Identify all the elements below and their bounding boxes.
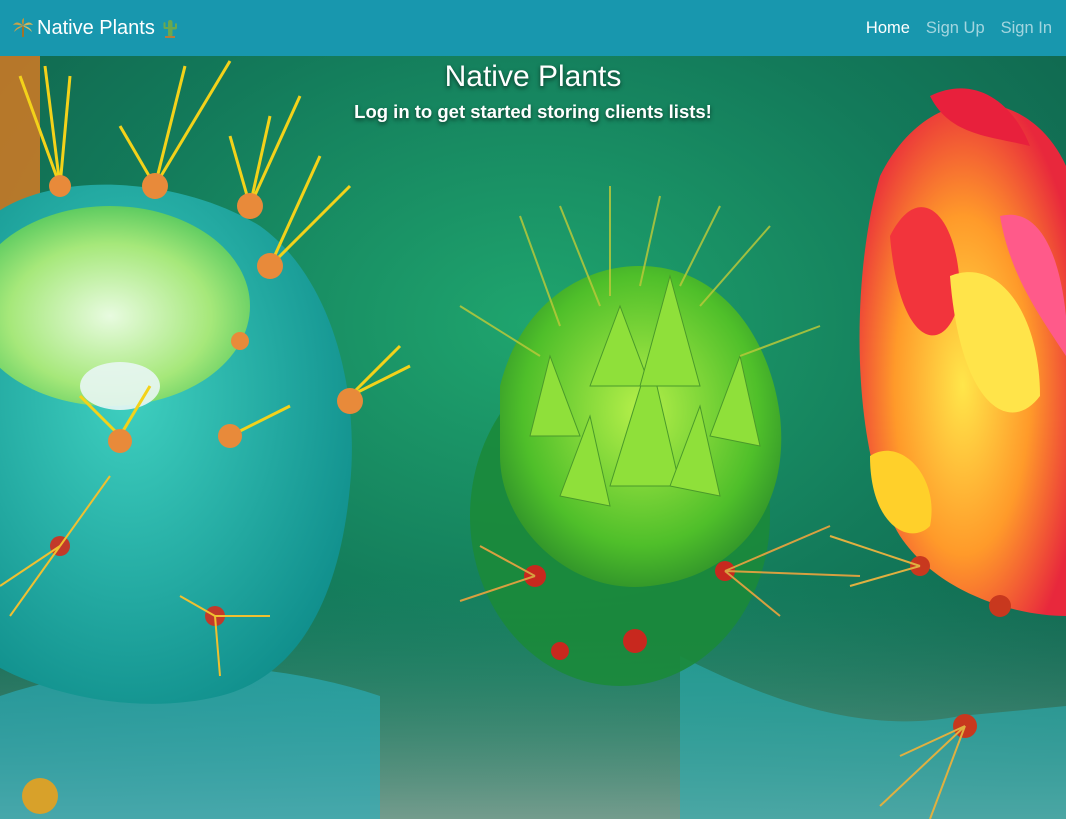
brand-link[interactable]: Native Plants (12, 17, 181, 40)
page: Native Plants Home Sign Up Sign In Nativ… (0, 0, 1066, 819)
cactus-icon (159, 17, 181, 39)
brand-label: Native Plants (37, 16, 155, 39)
nav-links: Home Sign Up Sign In (866, 19, 1052, 38)
hero-title: Native Plants (444, 60, 622, 93)
hero-text: Native Plants Log in to get started stor… (0, 58, 1066, 124)
hero-subtitle: Log in to get started storing clients li… (354, 101, 712, 122)
nav-link-home[interactable]: Home (866, 19, 910, 38)
palm-leaf-icon (12, 17, 34, 39)
nav-link-sign-up[interactable]: Sign Up (926, 19, 985, 38)
top-navbar: Native Plants Home Sign Up Sign In (0, 0, 1066, 56)
hero-section: Native Plants Log in to get started stor… (0, 56, 1066, 819)
nav-link-sign-in[interactable]: Sign In (1001, 19, 1052, 38)
cactus-background-image (0, 56, 1066, 819)
